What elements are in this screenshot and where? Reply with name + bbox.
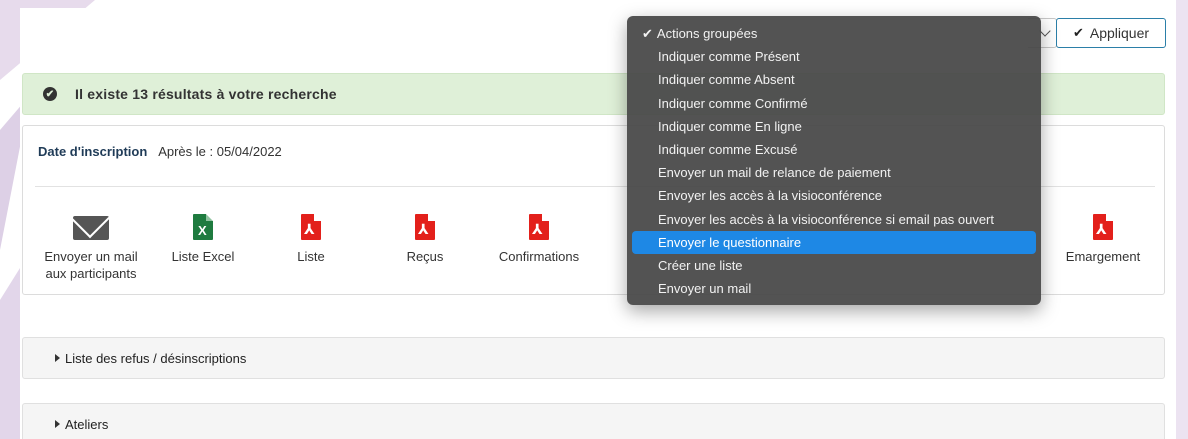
export-mail-participants[interactable]: Envoyer un mail aux participants — [35, 204, 147, 282]
menu-item-acces-visio-non-ouvert[interactable]: Envoyer les accès à la visioconférence s… — [632, 208, 1036, 231]
section-label: Ateliers — [65, 416, 109, 432]
menu-item-acces-visio[interactable]: Envoyer les accès à la visioconférence — [632, 184, 1036, 207]
check-icon: ✔ — [1072, 25, 1084, 40]
section-refusals[interactable]: Liste des refus / désinscriptions — [22, 337, 1165, 379]
menu-item-excuse[interactable]: Indiquer comme Excusé — [632, 138, 1036, 161]
caret-right-icon — [55, 354, 60, 362]
results-text: Il existe 13 résultats à votre recherche — [75, 86, 337, 102]
export-label: Liste Excel — [171, 249, 235, 264]
menu-item-creer-liste[interactable]: Créer une liste — [632, 254, 1036, 277]
menu-item-envoyer-mail[interactable]: Envoyer un mail — [632, 277, 1036, 300]
check-circle-icon: ✔ — [43, 87, 57, 101]
bulk-actions-menu: ✔ Actions groupées Indiquer comme Présent… — [627, 16, 1041, 305]
menu-item-questionnaire[interactable]: Envoyer le questionnaire — [632, 230, 1036, 254]
menu-item-en-ligne[interactable]: Indiquer comme En ligne — [632, 115, 1036, 138]
pdf-icon: ⅄ — [301, 214, 321, 240]
apply-button-label: Appliquer — [1089, 25, 1150, 41]
export-pdf-list[interactable]: ⅄ Liste — [286, 204, 336, 265]
filter-summary: Date d'inscription Après le : 05/04/2022 — [38, 144, 282, 159]
export-attendance-sheet[interactable]: ⅄ Emargement — [1053, 204, 1153, 265]
caret-right-icon — [55, 420, 60, 428]
apply-button[interactable]: ✔ Appliquer — [1056, 18, 1166, 48]
filter-value: Après le : 05/04/2022 — [158, 144, 282, 159]
export-label: Liste — [297, 249, 325, 264]
export-label: Emargement — [1065, 249, 1141, 264]
check-icon: ✔ — [642, 26, 653, 41]
export-excel-list[interactable]: X Liste Excel — [163, 204, 243, 265]
export-confirmations[interactable]: ⅄ Confirmations — [489, 204, 589, 265]
export-label: Reçus — [406, 249, 444, 264]
export-label: Confirmations — [498, 249, 580, 264]
mail-icon — [73, 216, 109, 240]
filter-label: Date d'inscription — [38, 144, 148, 159]
pdf-icon: ⅄ — [1093, 214, 1113, 240]
section-workshops[interactable]: Ateliers — [22, 403, 1165, 439]
export-label: Envoyer un mail aux participants — [44, 249, 138, 281]
excel-icon: X — [193, 214, 213, 240]
pdf-icon: ⅄ — [415, 214, 435, 240]
export-receipts[interactable]: ⅄ Reçus — [400, 204, 450, 265]
menu-item-actions-groupees[interactable]: ✔ Actions groupées — [632, 22, 1036, 45]
menu-item-present[interactable]: Indiquer comme Présent — [632, 45, 1036, 68]
pdf-icon: ⅄ — [529, 214, 549, 240]
menu-item-relance-paiement[interactable]: Envoyer un mail de relance de paiement — [632, 161, 1036, 184]
section-label: Liste des refus / désinscriptions — [65, 350, 247, 366]
menu-item-absent[interactable]: Indiquer comme Absent — [632, 68, 1036, 91]
menu-item-confirme[interactable]: Indiquer comme Confirmé — [632, 92, 1036, 115]
chevron-down-icon — [1039, 25, 1051, 37]
